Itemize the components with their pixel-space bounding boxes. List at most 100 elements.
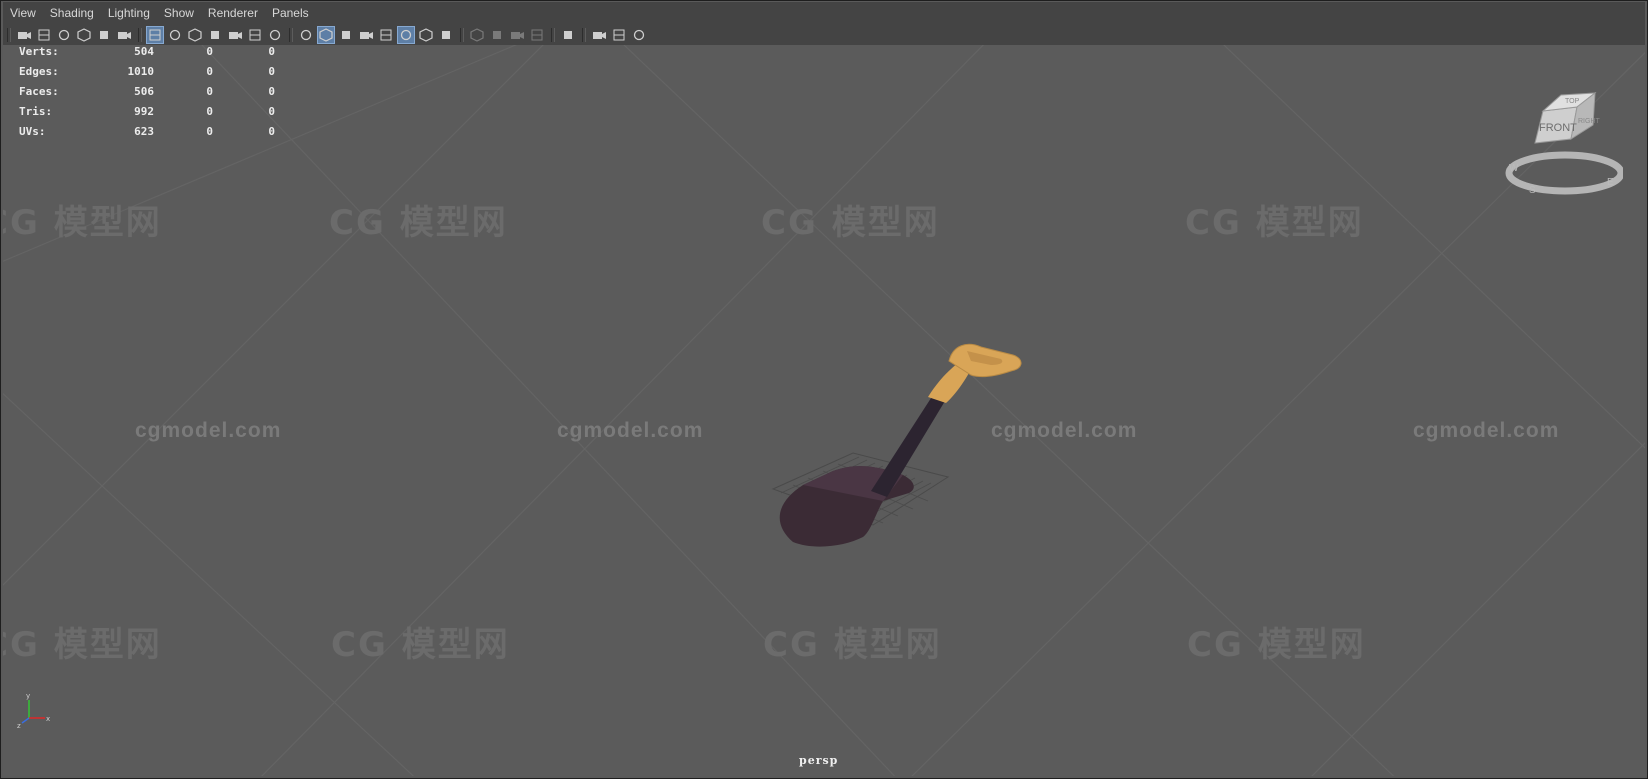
hud-label: Edges: — [19, 65, 59, 78]
safe-title-icon — [269, 29, 281, 40]
view-cube-right-label: RIGHT — [1578, 118, 1601, 125]
menu-renderer[interactable]: Renderer — [201, 2, 265, 24]
shovel-model[interactable] — [3, 45, 1645, 776]
isolate-select-icon — [564, 30, 572, 39]
xray-icon — [380, 29, 392, 40]
xray-active-components-button[interactable] — [610, 26, 628, 44]
hud-label: Faces: — [19, 85, 59, 98]
hud-row-faces: Faces: 506 0 0 — [19, 82, 279, 102]
view-cube[interactable]: FRONT TOP RIGHT W S E — [1503, 85, 1625, 199]
perspective-viewport[interactable]: cgmodel.com cgmodel.com cgmodel.com cgmodel… — [3, 45, 1645, 776]
camera-icon — [18, 31, 31, 39]
hud-value: 0 — [268, 105, 275, 118]
motion-blur-icon — [493, 30, 501, 39]
image-plane-button[interactable] — [75, 26, 93, 44]
hud-value: 0 — [268, 65, 275, 78]
hud-row-edges: Edges: 1010 0 0 — [19, 62, 279, 82]
shadows-button[interactable] — [437, 26, 455, 44]
camera-attributes-button[interactable] — [35, 26, 53, 44]
panel-toolbar — [3, 24, 1645, 45]
shovel-blade-mesh — [771, 452, 950, 547]
menu-shading[interactable]: Shading — [43, 2, 101, 24]
grid-icon — [149, 29, 161, 40]
multisample-aa-button[interactable] — [508, 26, 526, 44]
safe-title-button[interactable] — [266, 26, 284, 44]
hud-row-tris: Tris: 992 0 0 — [19, 102, 279, 122]
xray-active-components-icon — [613, 29, 625, 40]
field-chart-button[interactable] — [226, 26, 244, 44]
wireframe-button[interactable] — [297, 26, 315, 44]
grease-pencil-button[interactable] — [115, 26, 133, 44]
gate-mask-button[interactable] — [206, 26, 224, 44]
depth-of-field-icon — [531, 29, 543, 40]
hud-value: 504 — [134, 45, 154, 58]
compass-east-label: E — [1607, 177, 1614, 188]
view-cube-top-label: TOP — [1565, 98, 1580, 105]
screen-space-ao-button[interactable] — [468, 26, 486, 44]
bookmark-icon — [58, 29, 70, 40]
poly-count-hud: Verts: 504 0 0 Edges: 1010 0 0 Faces: 506 0 0 Tris: 9… — [19, 45, 279, 142]
2d-pan-zoom-icon — [100, 30, 108, 39]
hud-value: 0 — [206, 45, 213, 58]
hud-value: 0 — [268, 125, 275, 138]
screen-space-ao-icon — [470, 27, 484, 42]
hud-value: 992 — [134, 105, 154, 118]
depth-of-field-button[interactable] — [528, 26, 546, 44]
hud-value: 1010 — [127, 65, 155, 78]
motion-blur-button[interactable] — [488, 26, 506, 44]
camera-name-label: persp — [799, 754, 839, 767]
textured-icon — [400, 29, 412, 40]
menu-show[interactable]: Show — [157, 2, 201, 24]
2d-pan-zoom-button[interactable] — [95, 26, 113, 44]
safe-action-button[interactable] — [246, 26, 264, 44]
menu-panels[interactable]: Panels — [265, 2, 316, 24]
film-gate-icon — [169, 29, 181, 40]
toolbar-separator — [582, 27, 586, 42]
film-gate-button[interactable] — [166, 26, 184, 44]
xray-joints-button[interactable] — [590, 26, 608, 44]
grid-button[interactable] — [146, 25, 164, 44]
hud-label: Tris: — [19, 105, 53, 118]
compass-ring[interactable] — [1505, 151, 1625, 195]
multisample-aa-icon — [511, 31, 524, 39]
toolbar-separator — [7, 27, 11, 42]
smooth-shade-icon — [319, 27, 333, 42]
grease-pencil-icon — [118, 31, 131, 39]
hud-value: 0 — [206, 125, 213, 138]
menu-view[interactable]: View — [3, 2, 43, 24]
safe-action-icon — [249, 29, 261, 40]
hud-value: 0 — [206, 65, 213, 78]
hud-value: 506 — [134, 85, 154, 98]
textured-button[interactable] — [397, 25, 415, 44]
lighting-button[interactable] — [417, 26, 435, 44]
two-sided-lighting-icon — [633, 29, 645, 40]
isolate-select-button[interactable] — [559, 26, 577, 44]
two-sided-lighting-button[interactable] — [630, 26, 648, 44]
hud-value: 0 — [268, 45, 275, 58]
compass-south-label: S — [1529, 185, 1536, 195]
menu-lighting[interactable]: Lighting — [101, 2, 157, 24]
image-plane-icon — [77, 27, 91, 42]
hud-value: 0 — [268, 85, 275, 98]
hud-row-uvs: UVs: 623 0 0 — [19, 122, 279, 142]
resolution-gate-button[interactable] — [186, 26, 204, 44]
wireframe-icon — [300, 29, 312, 40]
wireframe-on-shaded-icon — [360, 31, 373, 39]
lighting-icon — [419, 27, 433, 42]
smooth-shade-button[interactable] — [317, 25, 335, 44]
hud-value: 0 — [206, 105, 213, 118]
use-default-material-icon — [342, 30, 350, 39]
camera-button[interactable] — [15, 26, 33, 44]
wireframe-on-shaded-button[interactable] — [357, 26, 375, 44]
view-cube-front-label: FRONT — [1539, 122, 1577, 134]
xray-joints-icon — [593, 31, 606, 39]
svg-text:y: y — [26, 692, 30, 700]
use-default-material-button[interactable] — [337, 26, 355, 44]
bookmark-button[interactable] — [55, 26, 73, 44]
field-chart-icon — [229, 31, 242, 39]
xray-button[interactable] — [377, 26, 395, 44]
hud-value: 0 — [206, 85, 213, 98]
shadows-icon — [442, 30, 450, 39]
svg-text:z: z — [17, 722, 21, 730]
toolbar-separator — [551, 27, 555, 42]
